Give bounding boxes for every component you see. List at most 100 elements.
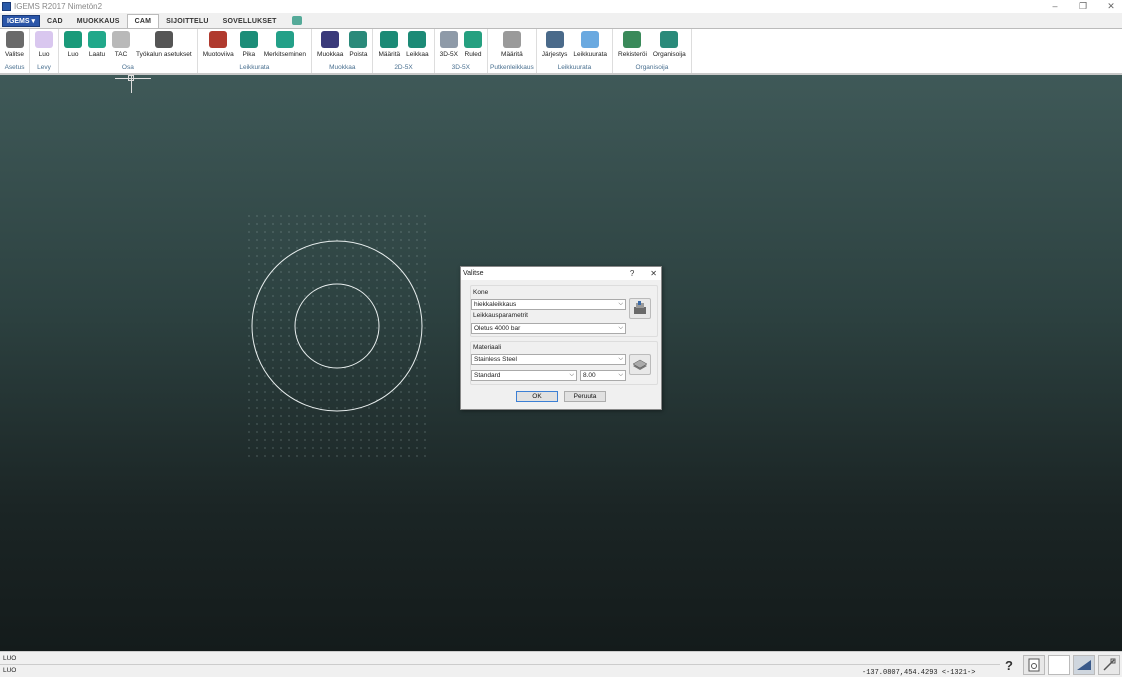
ribbon-button[interactable]: Muokkaa [314,29,346,63]
params-select[interactable]: Oletus 4000 bar ⌵ [471,323,626,334]
define-2d5x-icon [380,31,399,48]
grade-select[interactable]: Standard ⌵ [471,370,577,381]
tab-muokkaus[interactable]: MUOKKAUS [70,14,127,28]
thickness-select[interactable]: 8.00 ⌵ [580,370,626,381]
ribbon-group: Määritä Leikkaa 2D-5X [373,29,435,73]
ribbon-panel: Valitse Asetus Luo Levy Luo Laatu TAC Työkalun … [0,28,1122,75]
ribbon-button[interactable]: Organisoija [650,29,689,63]
snap-tool-icon[interactable] [1098,655,1120,675]
ribbon-group: Muokkaa Poista Muokkaa [312,29,374,73]
window-title: IGEMS R2017 Nimetön2 [14,2,103,11]
register-icon [623,31,642,48]
ribbon-button[interactable]: Ruled [461,29,485,63]
cancel-button[interactable]: Peruuta [564,391,606,402]
ribbon-group: 3D-5X Ruled 3D-5X [435,29,489,73]
material-label: Materiaali [473,344,502,351]
ribbon-button[interactable]: Järjestys [539,29,571,63]
material-stack-icon [632,359,648,370]
ribbon-button-label: Määritä [378,51,401,58]
close-window-button[interactable]: ✕ [1106,0,1116,13]
ribbon-button[interactable]: Rekisteröi [615,29,650,63]
status-icons: ? [998,655,1120,675]
machine-icon [634,301,646,314]
sheet-icon [35,31,54,48]
machine-select[interactable]: hiekkaleikkaus ⌵ [471,299,626,310]
dialog-help-button[interactable]: ? [630,269,634,278]
chevron-down-icon: ⌵ [618,325,623,331]
tab-cam[interactable]: CAM [126,14,160,28]
window-controls: – ❐ ✕ [1050,0,1116,13]
ribbon-button-label: Muotoviiva [202,51,234,58]
ribbon-group-buttons: Luo [32,29,56,63]
ribbon-button[interactable]: Poista [346,29,370,63]
ribbon-group-buttons: Luo Laatu TAC Työkalun asetukset [61,29,195,63]
ribbon-button[interactable]: TAC [109,29,133,63]
dialog-title-bar: Valitse ? ✕ [461,267,661,280]
part-create-icon [64,31,83,48]
slope-view-icon[interactable] [1073,655,1095,675]
params-select-value: Oletus 4000 bar [474,325,521,332]
cut-2d5x-icon [408,31,427,48]
status-divider [0,664,1000,665]
material-settings-button[interactable] [629,354,651,375]
ok-button[interactable]: OK [516,391,558,402]
ribbon-button-label: Luo [38,51,50,58]
ribbon-group-label: Putkenleikkaus [490,64,534,71]
ribbon-group-label: Asetus [4,64,25,71]
ribbon-button-label: Poista [349,51,368,58]
tool-settings-icon [154,31,173,48]
ribbon-button[interactable]: Luo [32,29,56,63]
status-bar: LUO LUO -137.0807,454.4293 <-1321-> ? [0,651,1122,677]
material-select[interactable]: Stainless Steel ⌵ [471,354,626,365]
ribbon-button[interactable]: Merkitseminen [261,29,309,63]
edit-path-icon [321,31,340,48]
blank-view-icon[interactable] [1048,655,1070,675]
machine-select-value: hiekkaleikkaus [474,301,517,308]
help-icon[interactable]: ? [998,655,1020,675]
material-select-value: Stainless Steel [474,356,517,363]
status-line-1: LUO [3,655,17,662]
ribbon-button[interactable]: Leikkaa [403,29,431,63]
ribbon-group: Valitse Asetus [0,29,31,73]
ribbon-button[interactable]: Valitse [2,29,27,63]
ribbon-button[interactable]: Laatu [85,29,109,63]
dialog-close-button[interactable]: ✕ [650,269,657,278]
quick-access-icon[interactable] [291,16,302,25]
ribbon-button[interactable]: Määritä [375,29,403,63]
play-path-icon [581,31,600,48]
tab-cad[interactable]: CAD [40,14,70,28]
select-dialog: Valitse ? ✕ Kone hiekkaleikkaus ⌵ Leikka… [460,266,662,410]
sheet-dot-grid [245,213,430,463]
params-label: Leikkausparametrit [473,312,528,319]
tab-sovellukset[interactable]: SOVELLUKSET [216,14,284,28]
quick-icon [239,31,258,48]
restore-button[interactable]: ❐ [1078,0,1088,13]
machine-settings-button[interactable] [629,298,651,319]
organizer-icon [660,31,679,48]
app-menu-button[interactable]: IGEMS ▾ [2,15,41,27]
quality-icon [88,31,107,48]
ribbon-button[interactable]: Työkalun asetukset [133,29,195,63]
ribbon-button[interactable]: Muotoviiva [200,29,237,63]
ribbon-group: Rekisteröi Organisoija Organisoija [613,29,692,73]
ribbon-button[interactable]: 3D-5X [437,29,461,63]
delete-path-icon [349,31,368,48]
ribbon-button[interactable]: Pika [237,29,261,63]
ribbon-button-label: Valitse [5,51,25,58]
ribbon-button[interactable]: Leikkuurata [570,29,610,63]
ribbon-button-label: Leikkaa [406,51,429,58]
ribbon-button-label: Ruled [464,51,482,58]
ruled-icon [464,31,483,48]
ribbon-group-buttons: Valitse [2,29,27,63]
status-line-2: LUO [3,667,17,674]
minimize-button[interactable]: – [1050,0,1060,13]
machine-label: Kone [473,289,489,296]
ribbon-group-label: Organisoija [635,64,669,71]
tab-sijoittelu[interactable]: SIJOITTELU [159,14,215,28]
ribbon-group: Määritä Putkenleikkaus [488,29,537,73]
ribbon-group: Luo Laatu TAC Työkalun asetukset Osa [59,29,198,73]
ribbon-button[interactable]: Luo [61,29,85,63]
document-icon[interactable] [1023,655,1045,675]
ribbon-button[interactable]: Määritä [498,29,526,63]
ribbon-tab-row: IGEMS ▾ CAD MUOKKAUS CAM SIJOITTELU SOVE… [0,13,1122,28]
